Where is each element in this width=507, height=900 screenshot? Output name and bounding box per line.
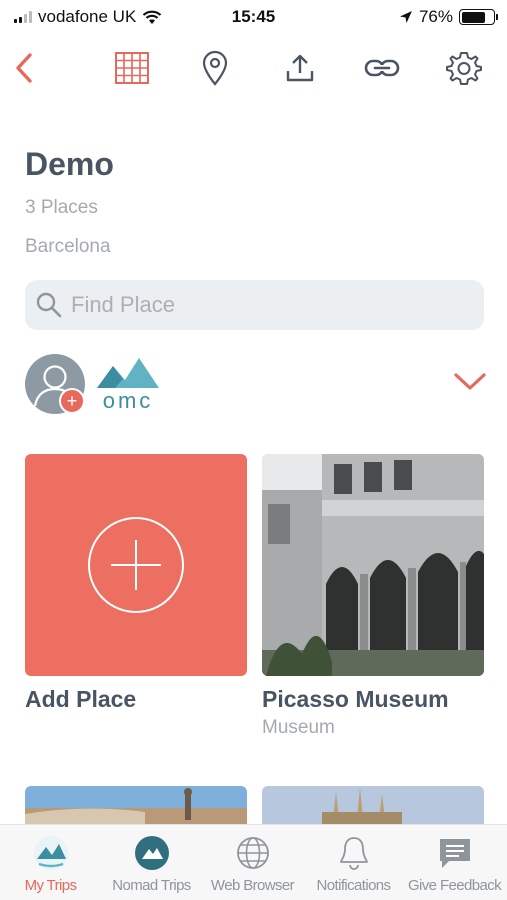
expand-members-button[interactable] — [453, 372, 487, 397]
place-photo-partial[interactable] — [262, 786, 484, 826]
share-icon — [286, 54, 314, 82]
tab-icon-wrap — [337, 833, 371, 873]
place-photo-partial[interactable] — [25, 786, 247, 826]
add-place-tile[interactable] — [25, 454, 247, 676]
trip-members-row: + omc — [25, 354, 495, 418]
status-right-group: 76% — [399, 7, 498, 27]
find-place-input[interactable] — [71, 292, 451, 318]
plus-circle-icon — [88, 517, 184, 613]
feedback-bubble-icon — [439, 839, 470, 868]
group-logo-avatar[interactable]: omc — [95, 354, 161, 416]
places-count: 3 Places — [25, 197, 98, 218]
settings-gear-icon — [446, 52, 482, 85]
nomad-trips-icon — [134, 836, 169, 870]
tab-label: Web Browser — [210, 877, 295, 894]
location-arrow-icon — [399, 11, 412, 23]
battery-percent: 76% — [418, 7, 453, 26]
place-category: Museum — [262, 717, 335, 738]
search-icon — [36, 292, 62, 318]
tab-web-browser[interactable]: Web Browser — [202, 833, 303, 899]
bell-icon — [339, 837, 368, 870]
group-logo-text: omc — [102, 388, 154, 413]
tab-my-trips[interactable]: My Trips — [0, 833, 101, 899]
tab-icon-wrap — [134, 833, 170, 873]
add-place-card[interactable]: Add Place — [25, 454, 247, 713]
link-icon — [364, 59, 400, 77]
trip-title: Demo — [25, 146, 114, 182]
tab-notifications[interactable]: Notifications — [303, 833, 404, 899]
back-chevron-icon — [16, 53, 32, 83]
courtyard-arches-photo — [262, 454, 484, 676]
bottom-tab-bar: My Trips Nomad Trips Web Browser Notific… — [0, 824, 507, 900]
trip-city: Barcelona — [25, 236, 111, 257]
copy-link-button[interactable] — [362, 48, 402, 88]
tab-give-feedback[interactable]: Give Feedback — [404, 833, 505, 899]
tab-label: My Trips — [24, 877, 77, 894]
tab-icon-wrap — [33, 833, 69, 873]
status-bar: vodafone UK 15:45 76% — [0, 0, 507, 34]
settings-button[interactable] — [444, 48, 484, 88]
tab-icon-wrap — [236, 833, 270, 873]
my-trips-logo-icon — [33, 836, 68, 870]
add-place-label: Add Place — [25, 686, 137, 712]
top-toolbar — [0, 44, 507, 92]
battery-icon — [459, 9, 498, 25]
chevron-down-icon — [454, 373, 486, 390]
place-photo[interactable] — [262, 454, 484, 676]
park-guell-photo — [25, 786, 247, 826]
tab-label: Give Feedback — [407, 877, 502, 894]
sagrada-familia-photo — [262, 786, 484, 826]
place-card[interactable]: Picasso Museum Museum — [262, 454, 484, 739]
back-button[interactable] — [4, 48, 44, 88]
tab-nomad-trips[interactable]: Nomad Trips — [101, 833, 202, 899]
place-title: Picasso Museum — [262, 686, 449, 712]
grid-icon — [115, 52, 149, 84]
add-member-plus-icon[interactable]: + — [59, 388, 85, 414]
tab-label: Notifications — [316, 877, 392, 894]
tab-label: Nomad Trips — [112, 877, 191, 894]
search-bar — [25, 280, 484, 330]
grid-view-button[interactable] — [112, 48, 152, 88]
map-pin-icon — [202, 50, 228, 86]
share-button[interactable] — [280, 48, 320, 88]
map-view-button[interactable] — [195, 48, 235, 88]
tab-icon-wrap — [437, 833, 473, 873]
globe-icon — [236, 837, 269, 869]
